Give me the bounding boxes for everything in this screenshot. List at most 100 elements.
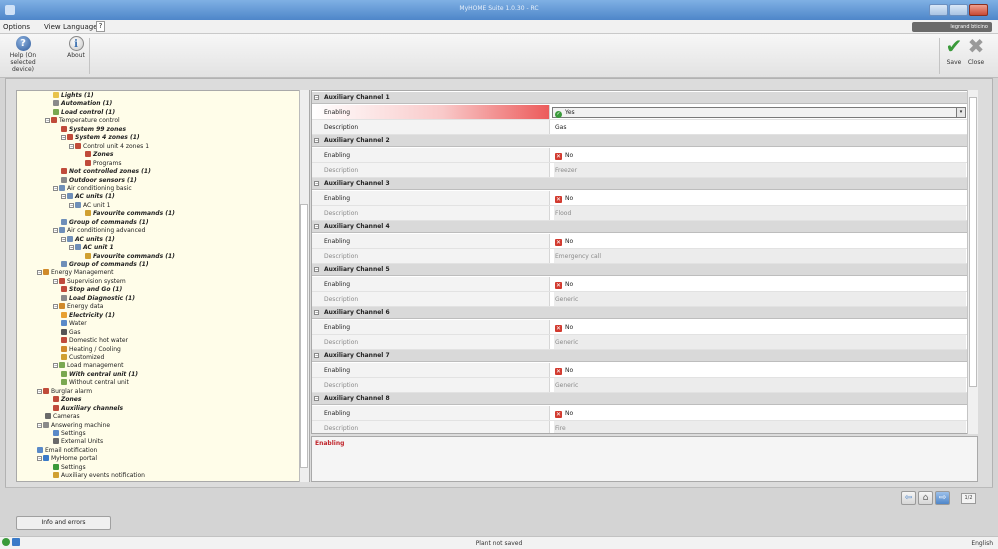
close-button[interactable]: ✖ Close bbox=[965, 36, 987, 66]
channel-header[interactable]: − Auxiliary Channel 2 bbox=[312, 135, 967, 147]
enabling-value[interactable]: ✕ No bbox=[555, 277, 573, 291]
enabling-row[interactable]: Enabling ✕ No bbox=[312, 363, 967, 378]
description-row[interactable]: Description Freezer bbox=[312, 163, 967, 178]
tree-item[interactable]: Stop and Go (1) bbox=[61, 286, 122, 294]
tree-item[interactable]: − Answering machine bbox=[37, 421, 110, 430]
tree-item[interactable]: − AC units (1) bbox=[61, 235, 115, 244]
description-row[interactable]: Description Emergency call bbox=[312, 249, 967, 264]
tree-item[interactable]: − AC units (1) bbox=[61, 193, 115, 201]
collapse-icon[interactable]: − bbox=[37, 388, 42, 394]
tree-item[interactable]: Email notification bbox=[37, 446, 97, 455]
tree-item[interactable]: Auxiliary events notification bbox=[53, 472, 145, 480]
enabling-value[interactable]: ✕ No bbox=[555, 363, 573, 377]
channel-header[interactable]: − Auxiliary Channel 3 bbox=[312, 178, 967, 190]
menu-options[interactable]: Options bbox=[3, 23, 30, 31]
collapse-icon[interactable]: − bbox=[61, 135, 66, 141]
tree-item[interactable]: − Control unit 4 zones 1 bbox=[69, 142, 149, 151]
tree-item[interactable]: − Air conditioning advanced bbox=[53, 227, 145, 235]
description-row[interactable]: Description Generic bbox=[312, 335, 967, 350]
collapse-icon[interactable]: − bbox=[37, 270, 42, 276]
tree-item[interactable]: − Temperature control bbox=[45, 117, 120, 125]
back-button[interactable]: ⇦ bbox=[901, 491, 916, 505]
description-row[interactable]: Description Flood bbox=[312, 206, 967, 221]
tree-item[interactable]: With central unit (1) bbox=[61, 370, 138, 379]
tree-item[interactable]: Lights (1) bbox=[53, 92, 94, 100]
channel-header[interactable]: − Auxiliary Channel 6 bbox=[312, 307, 967, 319]
description-value[interactable]: Generic bbox=[554, 292, 966, 306]
description-value[interactable]: Generic bbox=[554, 378, 966, 392]
tree-item[interactable]: External Units bbox=[53, 438, 103, 446]
tree-item[interactable]: Group of commands (1) bbox=[61, 218, 149, 227]
enabling-row[interactable]: Enabling ✕ No bbox=[312, 406, 967, 421]
enabling-dropdown[interactable]: ✓ Yes ▾ bbox=[552, 107, 966, 118]
description-value[interactable]: Generic bbox=[554, 335, 966, 349]
tree-item[interactable]: − Burglar alarm bbox=[37, 387, 92, 396]
tree-item[interactable]: System 99 zones bbox=[61, 125, 126, 134]
minimize-button[interactable] bbox=[929, 4, 948, 16]
tree-item[interactable]: Group of commands (1) bbox=[61, 261, 149, 269]
tree-item[interactable]: − MyHome portal bbox=[37, 455, 97, 463]
enabling-value[interactable]: ✕ No bbox=[555, 234, 573, 248]
tree-item[interactable]: Automation (1) bbox=[53, 100, 112, 108]
collapse-icon[interactable]: − bbox=[314, 310, 319, 315]
description-row[interactable]: Description Gas bbox=[312, 120, 967, 135]
tree-item[interactable]: − AC unit 1 bbox=[69, 244, 114, 252]
enabling-value[interactable]: ✕ No bbox=[555, 406, 573, 420]
tree-item[interactable]: Outdoor sensors (1) bbox=[61, 176, 137, 185]
collapse-icon[interactable]: − bbox=[314, 224, 319, 229]
collapse-icon[interactable]: − bbox=[314, 267, 319, 272]
forward-button[interactable]: ⇨ bbox=[935, 491, 950, 505]
enabling-value[interactable]: ✕ No bbox=[555, 148, 573, 162]
property-grid[interactable]: −Auxiliary Channel 1Enabling✓Yes✓Yes▾Des… bbox=[311, 90, 978, 434]
channel-header[interactable]: − Auxiliary Channel 8 bbox=[312, 393, 967, 405]
collapse-icon[interactable]: − bbox=[61, 194, 66, 200]
collapse-icon[interactable]: − bbox=[314, 353, 319, 358]
collapse-icon[interactable]: − bbox=[314, 396, 319, 401]
tree-item[interactable]: Electricity (1) bbox=[61, 311, 115, 320]
collapse-icon[interactable]: − bbox=[53, 363, 58, 369]
menu-language[interactable]: Language bbox=[63, 23, 98, 31]
collapse-icon[interactable]: − bbox=[61, 236, 66, 242]
collapse-icon[interactable]: − bbox=[45, 118, 50, 124]
collapse-icon[interactable]: − bbox=[314, 181, 319, 186]
help-button[interactable]: ? Help (On selected device) bbox=[3, 36, 43, 73]
description-row[interactable]: Description Generic bbox=[312, 378, 967, 393]
channel-header[interactable]: − Auxiliary Channel 1 bbox=[312, 92, 967, 104]
channel-header[interactable]: − Auxiliary Channel 4 bbox=[312, 221, 967, 233]
maximize-button[interactable] bbox=[949, 4, 968, 16]
collapse-icon[interactable]: − bbox=[53, 228, 58, 234]
tree-item[interactable]: Load control (1) bbox=[53, 108, 115, 117]
description-value[interactable]: Freezer bbox=[554, 163, 966, 177]
enabling-row[interactable]: Enabling ✕ No bbox=[312, 277, 967, 292]
tree-item[interactable]: Favourite commands (1) bbox=[85, 252, 175, 261]
collapse-icon[interactable]: − bbox=[69, 143, 74, 149]
info-and-errors-tab[interactable]: Info and errors bbox=[16, 516, 111, 530]
tree-item[interactable]: Domestic hot water bbox=[61, 337, 128, 345]
enabling-row[interactable]: Enabling ✕ No bbox=[312, 191, 967, 206]
tree-item[interactable]: Settings bbox=[53, 463, 86, 472]
grid-scroll-thumb[interactable] bbox=[969, 97, 977, 387]
channel-header[interactable]: − Auxiliary Channel 7 bbox=[312, 350, 967, 362]
tree-item[interactable]: Cameras bbox=[45, 413, 80, 421]
enabling-row[interactable]: Enabling ✕ No bbox=[312, 234, 967, 249]
menu-view[interactable]: View bbox=[44, 23, 61, 31]
collapse-icon[interactable]: − bbox=[69, 202, 74, 208]
collapse-icon[interactable]: − bbox=[53, 304, 58, 310]
tree-item[interactable]: Not controlled zones (1) bbox=[61, 168, 151, 176]
tree-item[interactable]: Water bbox=[61, 320, 87, 328]
enabling-value[interactable]: ✕ No bbox=[555, 320, 573, 334]
tree-item[interactable]: Zones bbox=[85, 151, 113, 159]
collapse-icon[interactable]: − bbox=[53, 278, 58, 284]
description-value[interactable]: Flood bbox=[554, 206, 966, 220]
tree-item[interactable]: Without central unit bbox=[61, 379, 129, 387]
tree-item[interactable]: Gas bbox=[61, 328, 80, 337]
description-value[interactable]: Emergency call bbox=[554, 249, 966, 263]
about-button[interactable]: i About bbox=[64, 36, 88, 59]
chevron-down-icon[interactable]: ▾ bbox=[956, 108, 965, 117]
tree-item[interactable]: Load Diagnostic (1) bbox=[61, 294, 135, 303]
tree-item[interactable]: − Load management bbox=[53, 362, 124, 370]
collapse-icon[interactable]: − bbox=[37, 456, 42, 462]
window-close-button[interactable] bbox=[969, 4, 988, 16]
tree-item[interactable]: Programs bbox=[85, 159, 121, 168]
save-button[interactable]: ✔ Save bbox=[943, 36, 965, 66]
